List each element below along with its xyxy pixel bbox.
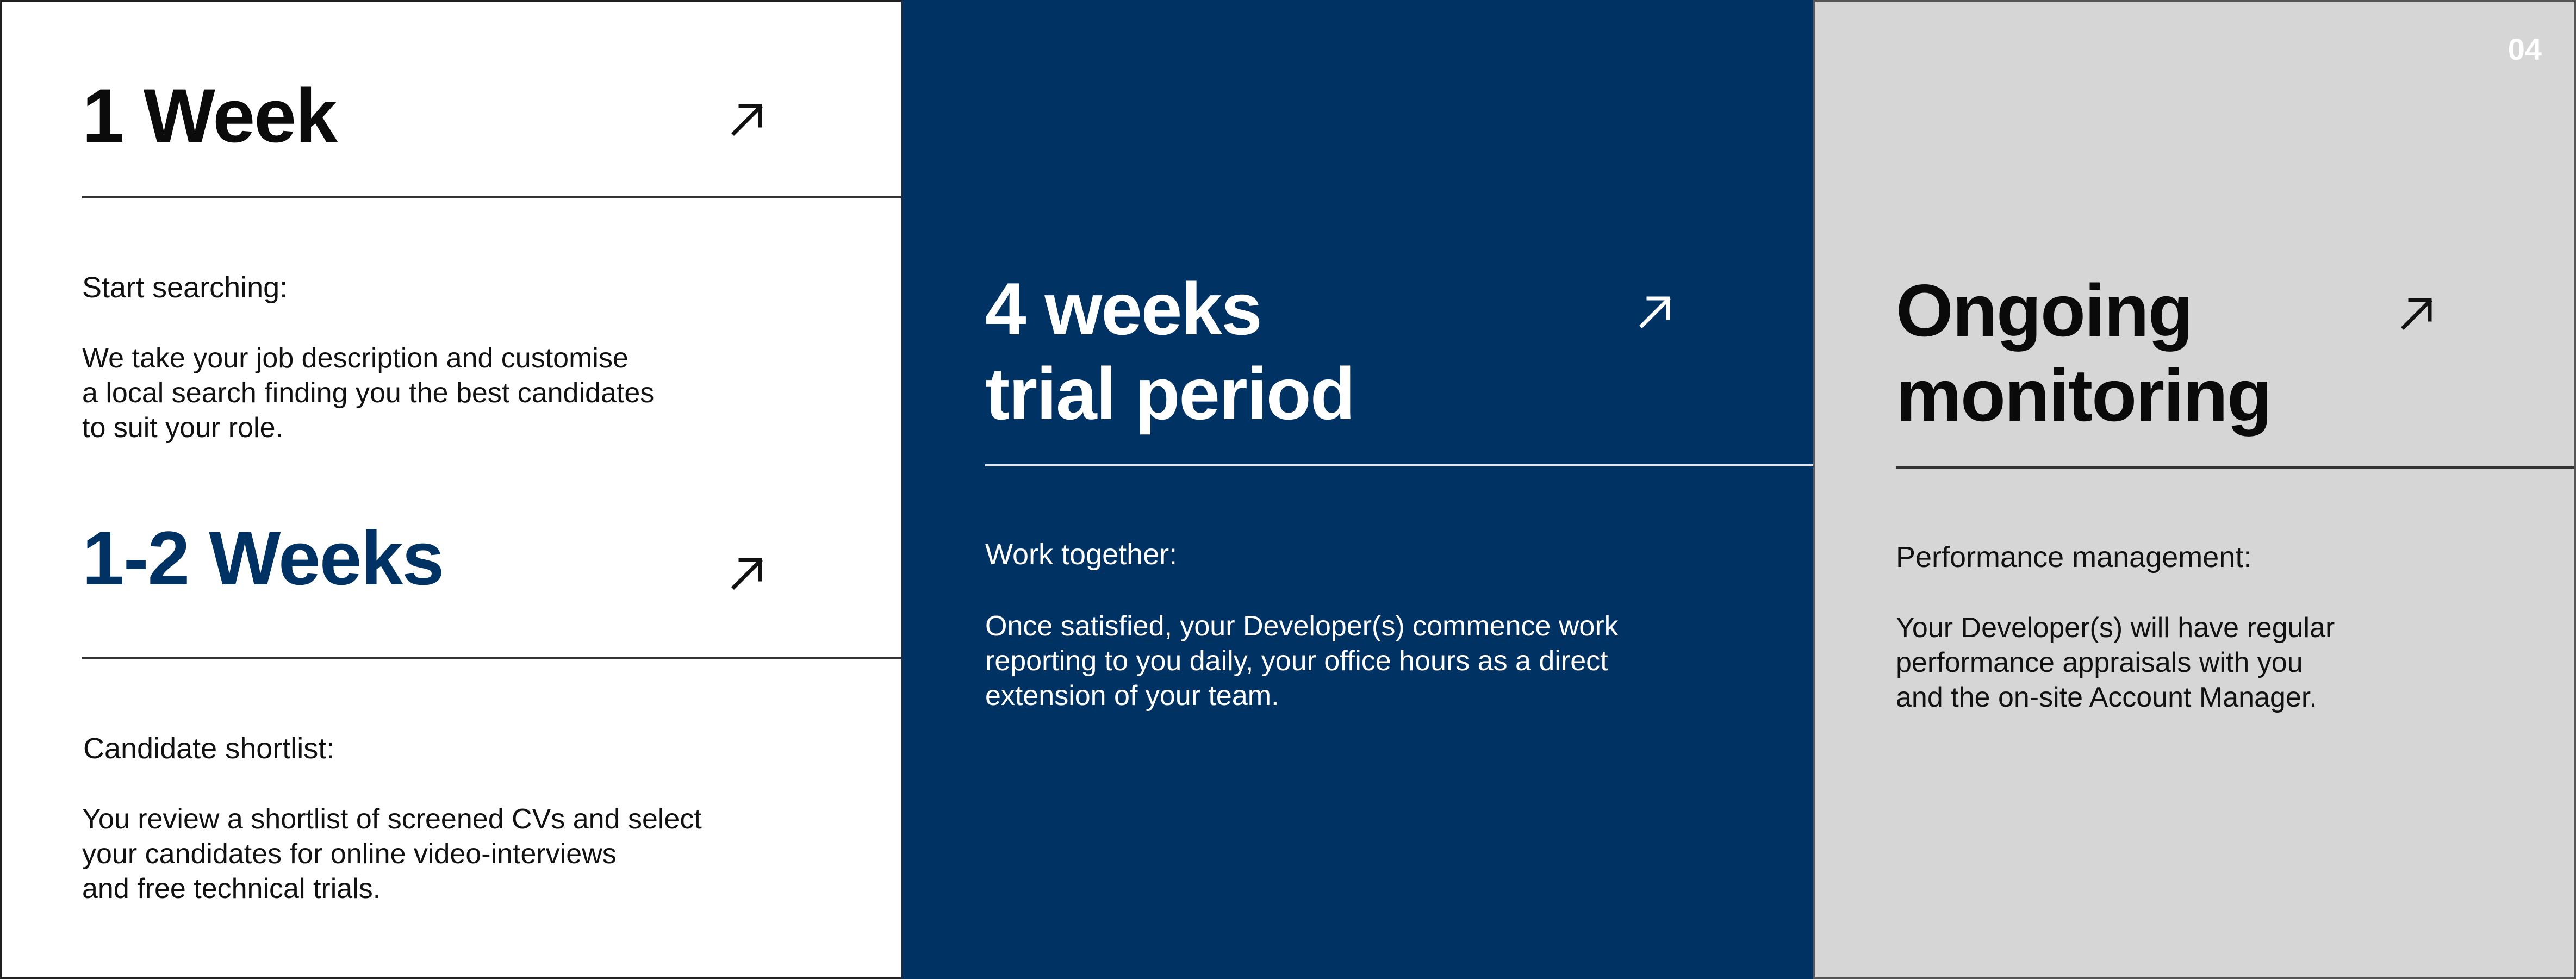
stage-heading-ongoing-monitoring: Ongoing monitoring: [1896, 268, 2440, 438]
stage-label-start-searching: Start searching:: [82, 271, 288, 304]
stage-panel-monitoring: 04 Ongoing monitoring Performance manage…: [1813, 0, 2576, 979]
page-number: 04: [2507, 32, 2542, 66]
stage-description: Your Developer(s) will have regular perf…: [1896, 612, 2335, 713]
arrow-up-right-icon[interactable]: [2397, 294, 2436, 333]
stage-label-work-together: Work together:: [985, 538, 1178, 571]
stage-description: You review a shortlist of screened CVs a…: [82, 803, 702, 905]
divider: [82, 196, 901, 198]
stage-label-candidate-shortlist: Candidate shortlist:: [83, 732, 335, 765]
arrow-up-right-icon[interactable]: [727, 553, 767, 593]
stage-label-performance-management: Performance management:: [1896, 541, 2252, 573]
arrow-up-right-icon[interactable]: [1635, 292, 1675, 331]
arrow-up-right-icon[interactable]: [727, 99, 767, 139]
stage-panel-trial: 4 weeks trial period Work together: Once…: [901, 0, 1813, 979]
divider: [985, 464, 1813, 466]
stage-heading-trial-period: 4 weeks trial period: [985, 266, 1583, 436]
stage-heading-text: Ongoing monitoring: [1896, 269, 2272, 437]
stage-heading-1-2-weeks: 1-2 Weeks: [82, 515, 444, 601]
stage-heading-1-week: 1 Week: [82, 73, 338, 158]
divider: [82, 657, 901, 659]
stage-panel-search: 1 Week Start searching: We take your job…: [0, 0, 901, 979]
stage-description: We take your job description and customi…: [82, 342, 655, 444]
divider: [1896, 466, 2574, 469]
stage-heading-text: 4 weeks trial period: [985, 267, 1355, 435]
stage-description: Once satisfied, your Developer(s) commen…: [985, 610, 1619, 712]
